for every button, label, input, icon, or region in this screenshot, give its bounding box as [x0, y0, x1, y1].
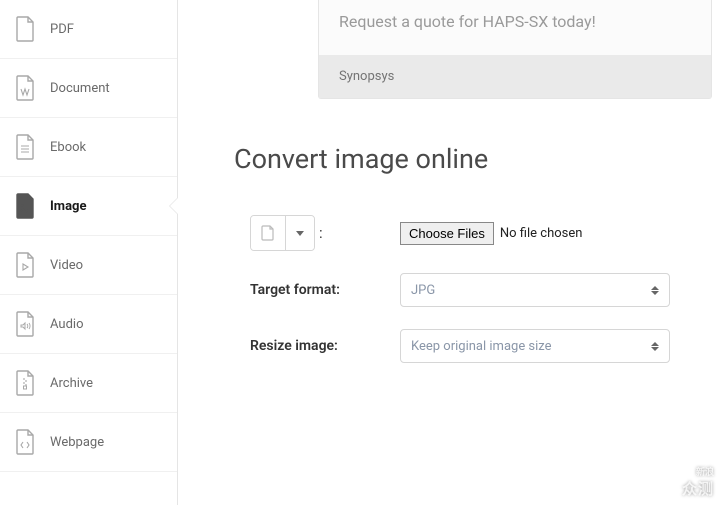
sidebar-item-webpage[interactable]: Webpage	[0, 413, 177, 472]
sidebar-item-archive[interactable]: Archive	[0, 354, 177, 413]
sidebar-item-label: PDF	[50, 22, 74, 37]
image-file-icon	[14, 193, 36, 219]
sidebar-item-label: Ebook	[50, 140, 86, 155]
ad-banner[interactable]: Request a quote for HAPS-SX today! Synop…	[318, 0, 712, 99]
resize-image-label: Resize image:	[250, 338, 400, 354]
file-icon	[251, 216, 286, 250]
target-format-label: Target format:	[250, 282, 400, 298]
file-source-dropdown[interactable]	[250, 215, 315, 251]
sidebar-item-audio[interactable]: Audio	[0, 295, 177, 354]
sidebar-item-document[interactable]: Document	[0, 59, 177, 118]
pdf-file-icon	[14, 16, 36, 42]
sidebar-item-label: Webpage	[50, 435, 104, 450]
sort-icon	[651, 286, 659, 295]
sidebar-item-label: Image	[50, 199, 86, 214]
page-title: Convert image online	[234, 143, 720, 175]
sort-icon	[651, 342, 659, 351]
no-file-chosen-text: No file chosen	[500, 226, 583, 241]
choose-files-button[interactable]: Choose Files	[400, 222, 494, 245]
target-format-row: Target format: JPG	[250, 273, 720, 307]
sidebar-item-pdf[interactable]: PDF	[0, 0, 177, 59]
resize-image-value: Keep original image size	[411, 339, 552, 354]
watermark-large: 众测	[682, 480, 714, 498]
video-file-icon	[14, 252, 36, 278]
sidebar-item-label: Document	[50, 81, 110, 96]
sidebar-item-label: Archive	[50, 376, 93, 391]
colon-separator: :	[319, 224, 323, 242]
sidebar: PDF Document Ebook Image Video Audio A	[0, 0, 178, 505]
sidebar-item-label: Video	[50, 258, 83, 273]
audio-file-icon	[14, 311, 36, 337]
sidebar-item-ebook[interactable]: Ebook	[0, 118, 177, 177]
archive-file-icon	[14, 370, 36, 396]
file-input-row: : Choose Files No file chosen	[250, 215, 720, 251]
main-content: Request a quote for HAPS-SX today! Synop…	[178, 0, 720, 505]
resize-image-select[interactable]: Keep original image size	[400, 329, 670, 363]
resize-image-row: Resize image: Keep original image size	[250, 329, 720, 363]
sidebar-item-label: Audio	[50, 317, 83, 332]
target-format-select[interactable]: JPG	[400, 273, 670, 307]
ad-brand: Synopsys	[319, 55, 711, 98]
form-area: : Choose Files No file chosen Target for…	[250, 215, 720, 363]
ad-headline: Request a quote for HAPS-SX today!	[319, 0, 711, 55]
webpage-file-icon	[14, 429, 36, 455]
watermark-small: 新浪	[682, 465, 714, 478]
target-format-value: JPG	[411, 283, 435, 298]
sidebar-item-image[interactable]: Image	[0, 177, 177, 236]
ebook-file-icon	[14, 134, 36, 160]
document-file-icon	[14, 75, 36, 101]
sidebar-item-video[interactable]: Video	[0, 236, 177, 295]
watermark: 新浪 众测	[682, 465, 714, 499]
chevron-down-icon	[286, 216, 314, 250]
